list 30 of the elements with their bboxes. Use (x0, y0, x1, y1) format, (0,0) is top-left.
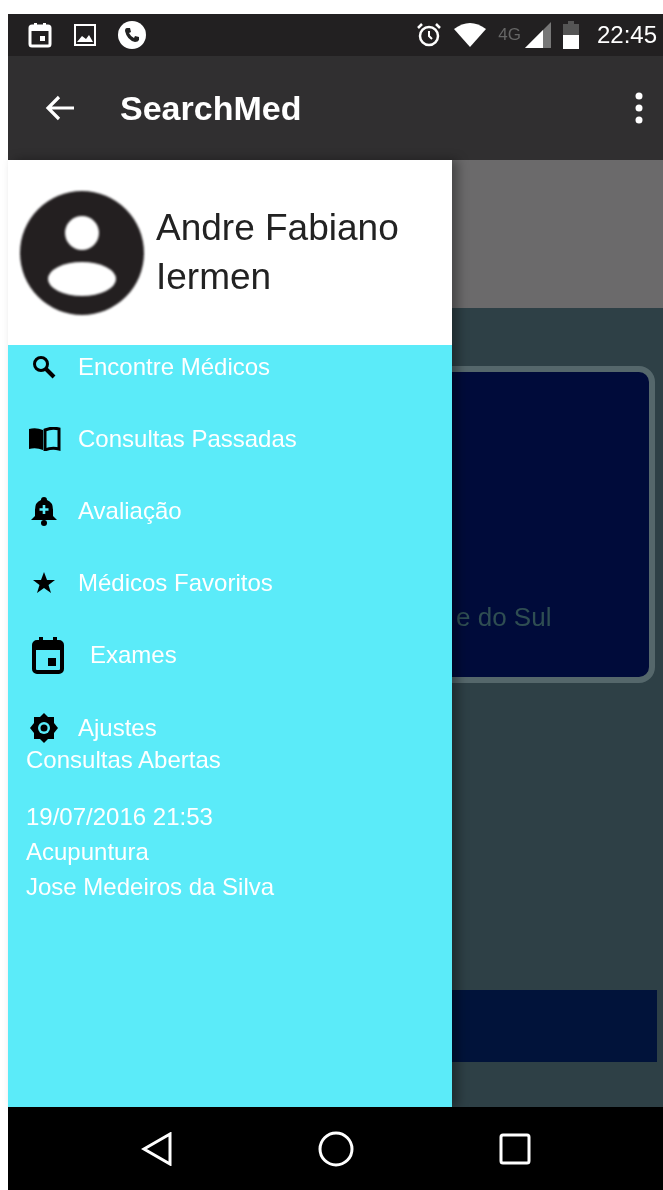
appointment-datetime: 19/07/2016 21:53 (26, 802, 214, 832)
appointment-doctor: Jose Medeiros da Silva (26, 873, 275, 896)
recent-apps-icon[interactable] (498, 1132, 531, 1165)
back-icon[interactable] (140, 1131, 173, 1166)
book-icon (26, 427, 62, 451)
section-title: Consultas Abertas (26, 745, 222, 775)
menu-item[interactable]: Encontre Médicos (26, 345, 452, 389)
image-icon (74, 24, 96, 46)
menu-item[interactable]: Consultas Passadas (26, 417, 452, 461)
calendar-icon (30, 636, 66, 674)
back-arrow-icon[interactable] (44, 94, 76, 122)
battery-icon (562, 21, 579, 49)
wifi-icon (454, 23, 487, 47)
network-type: 4G (498, 25, 521, 45)
phone-icon (118, 21, 146, 49)
calendar-icon (28, 22, 52, 48)
status-time: 22:45 (596, 21, 657, 49)
menu-item[interactable]: Médicos Favoritos (26, 561, 452, 605)
avatar-icon (20, 190, 144, 315)
alarm-clock-icon (416, 22, 443, 48)
menu-item[interactable]: Ajustes (26, 711, 452, 745)
user-name: Andre Fabiano Iermen (156, 206, 400, 299)
app-title: SearchMed (120, 88, 303, 128)
signal-icon (524, 22, 551, 48)
card-text: e do Sul (456, 602, 552, 633)
appointment-specialty: Acupuntura (26, 837, 150, 867)
menu-item[interactable]: Exames (26, 633, 452, 677)
more-options-icon[interactable] (635, 92, 643, 124)
menu-item[interactable]: Avaliação (26, 489, 452, 533)
home-icon[interactable] (317, 1130, 354, 1167)
